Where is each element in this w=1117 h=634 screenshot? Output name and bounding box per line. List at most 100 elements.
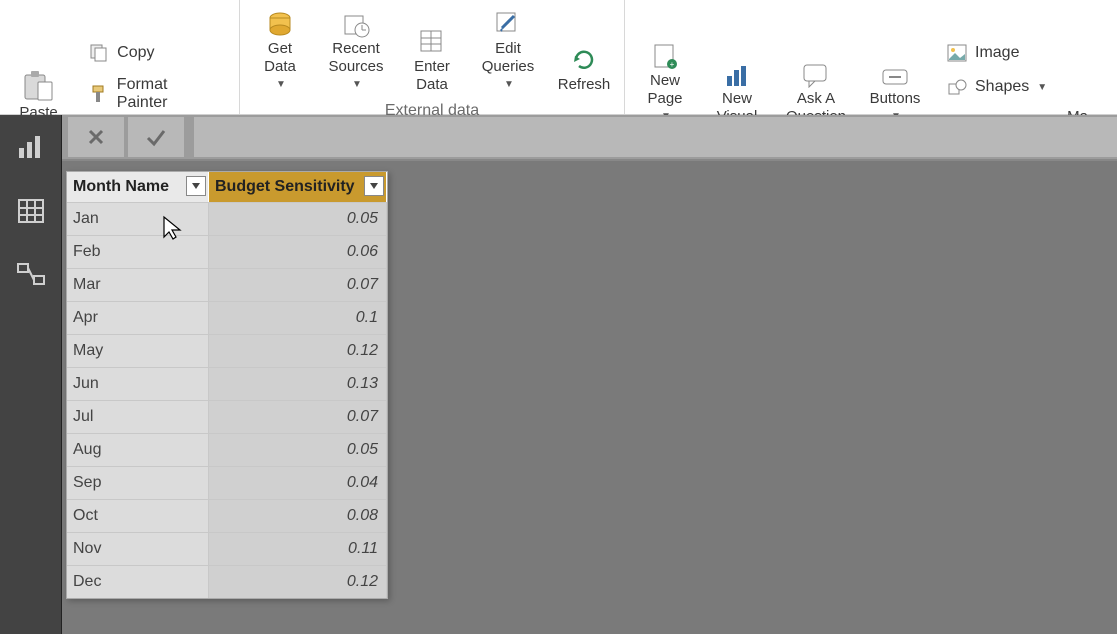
cell-month[interactable]: Dec bbox=[67, 565, 209, 598]
column-header-month-label: Month Name bbox=[73, 178, 169, 196]
cell-budget-sensitivity[interactable]: 0.05 bbox=[209, 202, 387, 235]
new-visual-button[interactable]: NewVisual bbox=[701, 0, 773, 130]
cell-budget-sensitivity[interactable]: 0.07 bbox=[209, 400, 387, 433]
table-row[interactable]: Oct0.08 bbox=[67, 499, 387, 532]
table-row[interactable]: Jun0.13 bbox=[67, 367, 387, 400]
new-visual-icon bbox=[723, 52, 751, 88]
cell-budget-sensitivity[interactable]: 0.12 bbox=[209, 565, 387, 598]
image-button[interactable]: Image bbox=[941, 36, 1051, 70]
svg-text:+: + bbox=[670, 60, 675, 69]
table-row[interactable]: Jan0.05 bbox=[67, 202, 387, 235]
manage-button[interactable]: Ma bbox=[1061, 0, 1101, 130]
formula-input[interactable] bbox=[194, 117, 1117, 157]
data-view-icon bbox=[17, 198, 45, 224]
format-painter-label: Format Painter bbox=[117, 76, 221, 112]
chevron-down-icon bbox=[191, 181, 201, 191]
format-painter-icon bbox=[87, 83, 111, 105]
cell-month[interactable]: Jun bbox=[67, 367, 209, 400]
table-row[interactable]: Sep0.04 bbox=[67, 466, 387, 499]
refresh-label: Refresh bbox=[558, 76, 611, 94]
cell-budget-sensitivity[interactable]: 0.05 bbox=[209, 433, 387, 466]
cell-budget-sensitivity[interactable]: 0.07 bbox=[209, 268, 387, 301]
cell-budget-sensitivity[interactable]: 0.12 bbox=[209, 334, 387, 367]
report-view-button[interactable] bbox=[0, 115, 61, 179]
refresh-button[interactable]: Refresh bbox=[548, 0, 620, 98]
formula-bar bbox=[62, 115, 1117, 161]
cell-month[interactable]: Jan bbox=[67, 202, 209, 235]
get-data-button[interactable]: GetData▼ bbox=[244, 0, 316, 98]
shapes-icon bbox=[945, 76, 969, 98]
column-filter-month[interactable] bbox=[186, 176, 206, 196]
cell-budget-sensitivity[interactable]: 0.06 bbox=[209, 235, 387, 268]
image-label: Image bbox=[975, 44, 1019, 62]
column-header-budget-sensitivity[interactable]: Budget Sensitivity bbox=[209, 172, 387, 202]
ribbon-group-insert: + NewPage▼ NewVisual Ask AQuestion Butto… bbox=[625, 0, 1117, 114]
copy-button[interactable]: Copy bbox=[83, 36, 225, 70]
new-page-icon: + bbox=[652, 34, 678, 70]
new-page-button[interactable]: + NewPage▼ bbox=[629, 0, 701, 130]
cell-month[interactable]: Sep bbox=[67, 466, 209, 499]
column-header-budget-label: Budget Sensitivity bbox=[215, 178, 355, 196]
table-row[interactable]: Mar0.07 bbox=[67, 268, 387, 301]
cell-budget-sensitivity[interactable]: 0.11 bbox=[209, 532, 387, 565]
cell-month[interactable]: Aug bbox=[67, 433, 209, 466]
table-row[interactable]: Jul0.07 bbox=[67, 400, 387, 433]
check-icon bbox=[145, 127, 167, 147]
enter-data-label: EnterData bbox=[414, 58, 450, 94]
cell-month[interactable]: Apr bbox=[67, 301, 209, 334]
format-painter-button[interactable]: Format Painter bbox=[83, 70, 225, 118]
cell-month[interactable]: Jul bbox=[67, 400, 209, 433]
get-data-label: GetData bbox=[264, 40, 296, 76]
cell-budget-sensitivity[interactable]: 0.1 bbox=[209, 301, 387, 334]
buttons-icon bbox=[881, 52, 909, 88]
cell-month[interactable]: Nov bbox=[67, 532, 209, 565]
edit-queries-button[interactable]: EditQueries▼ bbox=[468, 0, 548, 98]
shapes-label: Shapes bbox=[975, 78, 1029, 96]
ribbon: Paste▼ Cut Copy Format Painter Clipb bbox=[0, 0, 1117, 115]
ribbon-group-external: GetData▼ RecentSources▼ EnterData EditQu… bbox=[240, 0, 625, 114]
ask-question-icon bbox=[801, 52, 831, 88]
close-icon bbox=[86, 127, 106, 147]
data-view-button[interactable] bbox=[0, 179, 61, 243]
table-row[interactable]: Apr0.1 bbox=[67, 301, 387, 334]
formula-commit-button[interactable] bbox=[128, 117, 184, 157]
table-row[interactable]: May0.12 bbox=[67, 334, 387, 367]
model-view-icon bbox=[16, 262, 46, 288]
enter-data-button[interactable]: EnterData bbox=[396, 0, 468, 98]
edit-queries-icon bbox=[494, 2, 522, 38]
recent-sources-button[interactable]: RecentSources▼ bbox=[316, 0, 396, 98]
workarea: Month Name Budget Sensitivity Jan0.05Feb… bbox=[62, 115, 1117, 634]
buttons-button[interactable]: Buttons▼ bbox=[859, 0, 931, 130]
table-row[interactable]: Nov0.11 bbox=[67, 532, 387, 565]
chevron-down-icon bbox=[369, 181, 379, 191]
image-icon bbox=[945, 42, 969, 64]
formula-cancel-button[interactable] bbox=[68, 117, 124, 157]
ribbon-group-clipboard: Paste▼ Cut Copy Format Painter Clipb bbox=[0, 0, 240, 114]
shapes-button[interactable]: Shapes▼ bbox=[941, 70, 1051, 104]
edit-queries-label: EditQueries bbox=[482, 40, 535, 76]
column-header-month[interactable]: Month Name bbox=[67, 172, 209, 202]
model-view-button[interactable] bbox=[0, 243, 61, 307]
cell-month[interactable]: Feb bbox=[67, 235, 209, 268]
copy-icon bbox=[87, 42, 111, 64]
new-page-label: NewPage bbox=[647, 72, 682, 108]
table-row[interactable]: Dec0.12 bbox=[67, 565, 387, 598]
ask-question-button[interactable]: Ask AQuestion bbox=[773, 0, 859, 130]
refresh-icon bbox=[570, 38, 598, 74]
cell-month[interactable]: May bbox=[67, 334, 209, 367]
cell-month[interactable]: Oct bbox=[67, 499, 209, 532]
recent-sources-icon bbox=[342, 2, 370, 38]
table-row[interactable]: Aug0.05 bbox=[67, 433, 387, 466]
table-header-row: Month Name Budget Sensitivity bbox=[67, 172, 387, 202]
table-row[interactable]: Feb0.06 bbox=[67, 235, 387, 268]
get-data-icon bbox=[265, 2, 295, 38]
cell-budget-sensitivity[interactable]: 0.08 bbox=[209, 499, 387, 532]
data-table: Month Name Budget Sensitivity Jan0.05Feb… bbox=[66, 171, 388, 599]
column-filter-budget[interactable] bbox=[364, 176, 384, 196]
cell-budget-sensitivity[interactable]: 0.04 bbox=[209, 466, 387, 499]
cell-month[interactable]: Mar bbox=[67, 268, 209, 301]
report-view-icon bbox=[16, 134, 46, 160]
paste-icon bbox=[22, 66, 56, 102]
content-area: Month Name Budget Sensitivity Jan0.05Feb… bbox=[0, 115, 1117, 634]
cell-budget-sensitivity[interactable]: 0.13 bbox=[209, 367, 387, 400]
